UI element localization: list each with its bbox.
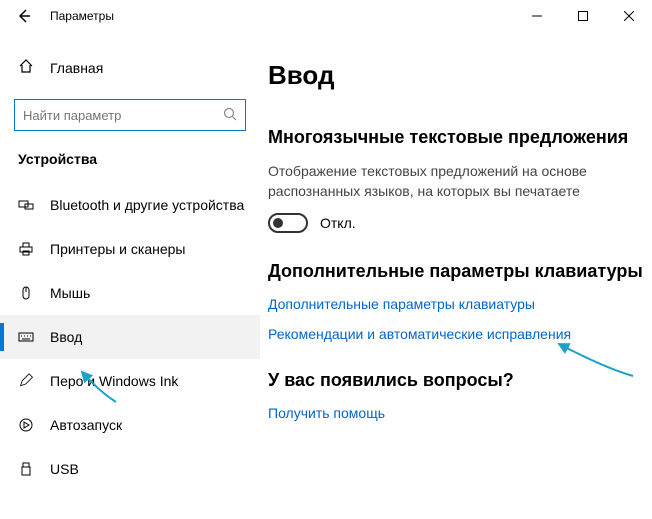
sidebar-home-label: Главная — [50, 60, 103, 76]
sidebar-item-label: Принтеры и сканеры — [50, 241, 185, 257]
sidebar-section-title: Устройства — [0, 147, 260, 183]
link-advanced-keyboard[interactable]: Дополнительные параметры клавиатуры — [268, 296, 644, 312]
sidebar-item-pen[interactable]: Перо и Windows Ink — [0, 359, 260, 403]
section-advanced-title: Дополнительные параметры клавиатуры — [268, 261, 644, 282]
bluetooth-devices-icon — [18, 197, 40, 213]
pen-icon — [18, 373, 40, 389]
home-icon — [18, 58, 40, 77]
link-autocorrect[interactable]: Рекомендации и автоматические исправлени… — [268, 326, 644, 342]
maximize-icon — [578, 11, 588, 21]
sidebar-item-autoplay[interactable]: Автозапуск — [0, 403, 260, 447]
minimize-button[interactable] — [514, 0, 560, 32]
sidebar-home[interactable]: Главная — [0, 50, 260, 85]
close-icon — [624, 11, 634, 21]
back-button[interactable] — [10, 2, 38, 30]
multilang-toggle[interactable] — [268, 213, 308, 233]
sidebar-item-label: Bluetooth и другие устройства — [50, 197, 244, 213]
maximize-button[interactable] — [560, 0, 606, 32]
search-box[interactable] — [14, 99, 246, 131]
sidebar-item-printers[interactable]: Принтеры и сканеры — [0, 227, 260, 271]
sidebar: Главная Устройства Bluetooth и другие ус… — [0, 32, 260, 519]
mouse-icon — [18, 285, 40, 301]
sidebar-item-mouse[interactable]: Мышь — [0, 271, 260, 315]
sidebar-item-label: Автозапуск — [50, 417, 122, 433]
back-arrow-icon — [16, 8, 32, 24]
section-multilang-desc: Отображение текстовых предложений на осн… — [268, 162, 644, 201]
sidebar-item-label: Мышь — [50, 285, 90, 301]
page-title: Ввод — [268, 60, 644, 91]
section-help-title: У вас появились вопросы? — [268, 370, 644, 391]
titlebar: Параметры — [0, 0, 652, 32]
sidebar-item-label: Ввод — [50, 329, 82, 345]
window-title: Параметры — [50, 9, 114, 23]
window-controls — [514, 0, 652, 32]
usb-icon — [18, 461, 40, 477]
search-icon — [223, 107, 237, 124]
sidebar-item-label: USB — [50, 461, 79, 477]
keyboard-icon — [18, 329, 40, 345]
sidebar-item-bluetooth[interactable]: Bluetooth и другие устройства — [0, 183, 260, 227]
close-button[interactable] — [606, 0, 652, 32]
autoplay-icon — [18, 417, 40, 433]
main-content: Ввод Многоязычные текстовые предложения … — [260, 32, 652, 519]
toggle-knob — [273, 218, 283, 228]
sidebar-item-usb[interactable]: USB — [0, 447, 260, 491]
minimize-icon — [532, 11, 542, 21]
link-get-help[interactable]: Получить помощь — [268, 405, 644, 421]
sidebar-item-label: Перо и Windows Ink — [50, 373, 178, 389]
section-multilang-title: Многоязычные текстовые предложения — [268, 127, 644, 148]
sidebar-item-typing[interactable]: Ввод — [0, 315, 260, 359]
search-input[interactable] — [23, 108, 223, 123]
toggle-label: Откл. — [320, 215, 356, 231]
printer-icon — [18, 241, 40, 257]
